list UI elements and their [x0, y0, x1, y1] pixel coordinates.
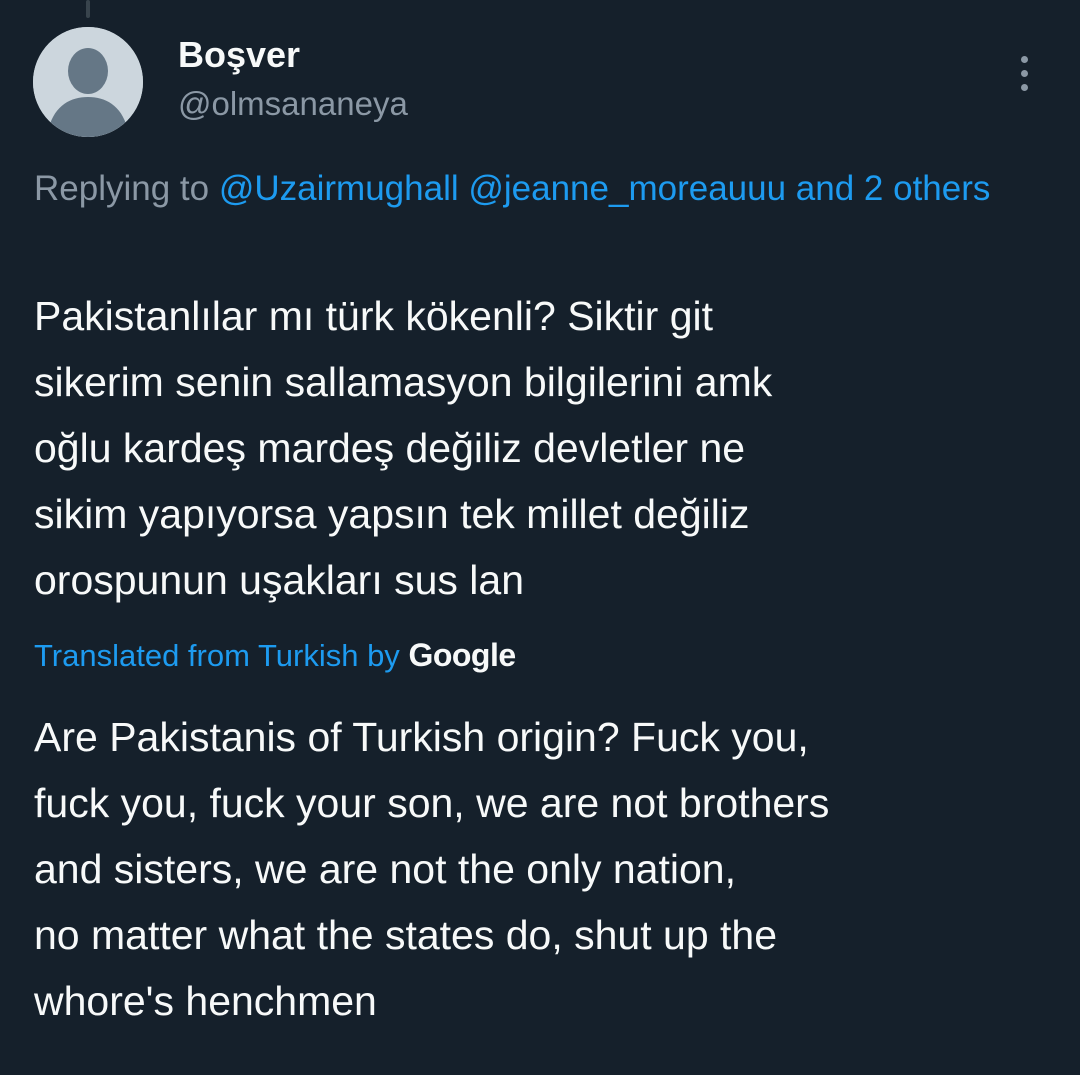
replying-to-line: Replying to @Uzairmughall @jeanne_moreau…: [34, 160, 1044, 218]
thread-connector-line: [86, 0, 90, 18]
avatar[interactable]: [33, 27, 143, 137]
translation-attribution: Translated from Turkish by Google: [34, 630, 516, 681]
more-options-button[interactable]: [1005, 48, 1045, 98]
replying-to-label: Replying to: [34, 169, 210, 208]
google-logo: Google: [408, 637, 516, 673]
default-profile-icon: [33, 27, 143, 137]
author-display-name[interactable]: Boşver: [178, 33, 300, 77]
mention-link[interactable]: @Uzairmughall: [219, 169, 459, 208]
author-handle[interactable]: @olmsananeya: [178, 83, 408, 125]
tweet-text: Pakistanlılar mı türk kökenli? Siktir gi…: [34, 293, 773, 603]
translation-label[interactable]: Translated from Turkish by: [34, 638, 400, 673]
translated-tweet-text: Are Pakistanis of Turkish origin? Fuck y…: [34, 714, 830, 1024]
mention-link[interactable]: @jeanne_moreauuu: [468, 169, 786, 208]
others-link[interactable]: and 2 others: [796, 169, 991, 208]
